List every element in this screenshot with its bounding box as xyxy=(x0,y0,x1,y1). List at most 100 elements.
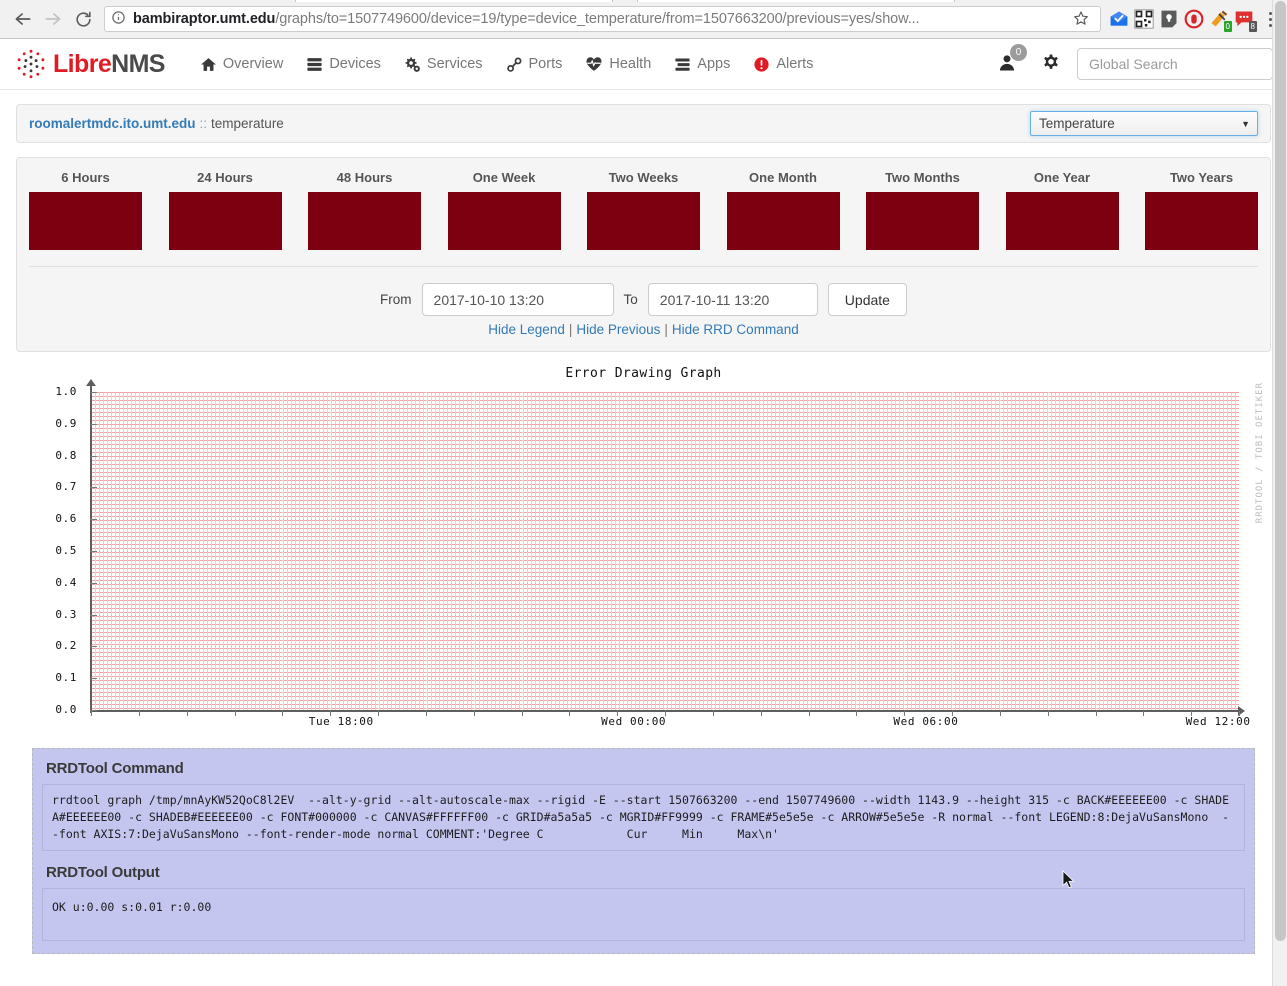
x-gridline-minor xyxy=(378,392,379,710)
y-tick-mark xyxy=(90,455,97,457)
librenms-logo[interactable]: LibreNMS xyxy=(14,47,165,81)
x-tick-mark xyxy=(856,711,857,716)
bookmark-star-icon[interactable] xyxy=(1068,10,1094,29)
browser-tab-stub-2[interactable] xyxy=(637,0,955,2)
nav-item-apps[interactable]: Apps xyxy=(665,50,739,79)
graph-thumbnail-image[interactable] xyxy=(308,192,421,250)
nav-item-services[interactable]: Services xyxy=(395,50,492,79)
home-icon xyxy=(200,56,217,73)
timerange-label: Two Weeks xyxy=(608,170,679,185)
graph-thumbnail-image[interactable] xyxy=(447,192,561,250)
update-button[interactable]: Update xyxy=(827,283,907,316)
timerange-thumb-48h[interactable]: 48 Hours xyxy=(308,170,421,250)
page-content: roomalertmdc.ito.umt.edu :: temperature … xyxy=(0,90,1287,954)
x-gridline-major xyxy=(926,392,927,710)
x-gridline-minor xyxy=(617,392,618,710)
graph-thumbnail-image[interactable] xyxy=(1005,192,1119,250)
page-scrollbar[interactable] xyxy=(1272,0,1287,986)
y-tick-label: 0.9 xyxy=(55,416,77,430)
y-axis xyxy=(90,385,92,713)
x-tick-mark xyxy=(378,711,379,716)
graph-thumbnail-image[interactable] xyxy=(1145,192,1258,250)
hide-legend-link[interactable]: Hide Legend xyxy=(488,322,565,337)
y-tick-mark xyxy=(90,519,97,521)
timerange-label: One Week xyxy=(472,170,536,185)
y-tick-mark xyxy=(90,551,97,552)
graph-thumbnail-image[interactable] xyxy=(587,192,700,250)
nav-item-ports-label: Ports xyxy=(528,56,563,72)
timerange-thumb-one-week[interactable]: One Week xyxy=(447,170,561,250)
graph-title: Error Drawing Graph xyxy=(565,366,722,381)
breadcrumb-separator: :: xyxy=(199,116,208,131)
honey-extension-icon[interactable]: 0 xyxy=(1209,9,1232,32)
x-gridline-minor xyxy=(139,392,140,710)
to-label: To xyxy=(623,292,638,307)
timerange-label: One Month xyxy=(749,170,817,185)
address-bar[interactable]: bambiraptor.umt.edu/graphs/to=1507749600… xyxy=(104,6,1101,32)
inbox-extension-icon[interactable] xyxy=(1109,9,1129,29)
nav-item-devices[interactable]: Devices xyxy=(297,50,390,79)
x-gridline-minor xyxy=(1191,392,1192,710)
hide-rrd-command-link[interactable]: Hide RRD Command xyxy=(672,322,799,337)
user-icon[interactable]: 0 xyxy=(997,43,1027,76)
graph-thumbnail-image[interactable] xyxy=(866,192,979,250)
nav-item-overview[interactable]: Overview xyxy=(191,50,292,79)
y-tick-label: 0.0 xyxy=(55,703,77,716)
back-arrow-icon[interactable] xyxy=(8,4,38,34)
y-tick-mark xyxy=(90,582,97,584)
x-tick-mark xyxy=(904,711,905,716)
rrdtool-watermark: RRDTOOL / TOBI OETIKER xyxy=(1255,382,1265,524)
graph-toggle-links: Hide Legend | Hide Previous | Hide RRD Comma… xyxy=(29,322,1258,351)
nav-item-overview-label: Overview xyxy=(222,56,284,72)
timerange-thumbnails: 6 Hours 24 Hours 48 Hours One Week Two W… xyxy=(29,170,1258,250)
nav-item-alerts-label: Alerts xyxy=(776,56,814,72)
messages-extension-icon[interactable]: 8 xyxy=(1234,9,1257,32)
timerange-thumb-one-year[interactable]: One Year xyxy=(1005,170,1119,250)
timerange-thumb-two-years[interactable]: Two Years xyxy=(1145,170,1258,250)
graph-thumbnail-image[interactable] xyxy=(29,192,142,250)
rrd-graph: Error Drawing Graph 0.0 0.1 0.2 0.3 0.4 0.5 0.… xyxy=(16,366,1271,889)
browser-tab-stub-1[interactable] xyxy=(295,0,613,2)
link-separator: | xyxy=(568,322,573,337)
timerange-thumb-24h[interactable]: 24 Hours xyxy=(168,170,282,250)
x-tick-mark xyxy=(665,711,666,716)
scrollbar-thumb[interactable] xyxy=(1275,1,1286,941)
x-tick-mark xyxy=(474,711,475,716)
qr-code-extension-icon[interactable] xyxy=(1134,9,1154,29)
search-input[interactable] xyxy=(1077,48,1273,80)
nav-item-ports[interactable]: Ports xyxy=(497,50,572,79)
timerange-thumb-one-month[interactable]: One Month xyxy=(726,170,840,250)
graph-type-select[interactable]: Temperature ▼ xyxy=(1030,111,1258,136)
forward-arrow-icon[interactable] xyxy=(38,4,68,34)
x-tick-mark xyxy=(1000,711,1001,716)
graph-thumbnail-image[interactable] xyxy=(168,192,282,250)
note-extension-icon[interactable] xyxy=(1159,9,1179,29)
librenms-brand-text: LibreNMS xyxy=(53,49,165,78)
nav-item-alerts[interactable]: Alerts xyxy=(744,50,822,79)
ublock-origin-extension-icon[interactable] xyxy=(1184,9,1204,29)
graph-thumbnail-image[interactable] xyxy=(726,192,840,250)
gear-icon[interactable] xyxy=(1041,53,1061,76)
y-tick-label: 0.5 xyxy=(55,544,77,557)
breadcrumb-device-link[interactable]: roomalertmdc.ito.umt.edu xyxy=(29,116,196,131)
x-gridline-minor xyxy=(282,392,283,710)
hide-previous-link[interactable]: Hide Previous xyxy=(576,322,660,337)
timerange-thumb-two-months[interactable]: Two Months xyxy=(866,170,979,250)
nav-item-services-label: Services xyxy=(426,56,483,72)
x-tick-label: Wed 12:00 xyxy=(1185,715,1251,728)
gears-icon xyxy=(404,56,421,73)
timerange-thumb-6h[interactable]: 6 Hours xyxy=(29,170,142,250)
timerange-thumb-two-weeks[interactable]: Two Weeks xyxy=(587,170,700,250)
info-circle-icon[interactable] xyxy=(111,10,126,28)
x-tick-mark xyxy=(1191,711,1192,716)
nav-item-health[interactable]: Health xyxy=(576,49,660,79)
reload-icon[interactable] xyxy=(68,4,98,34)
from-date-input[interactable] xyxy=(421,283,614,316)
x-gridline-minor xyxy=(761,392,762,710)
nav-item-devices-label: Devices xyxy=(329,56,381,72)
server-stack-icon xyxy=(306,56,323,73)
y-tick-label: 0.2 xyxy=(55,639,77,653)
to-date-input[interactable] xyxy=(647,283,818,316)
x-gridline-minor xyxy=(856,392,857,710)
x-gridline-minor xyxy=(330,392,331,710)
